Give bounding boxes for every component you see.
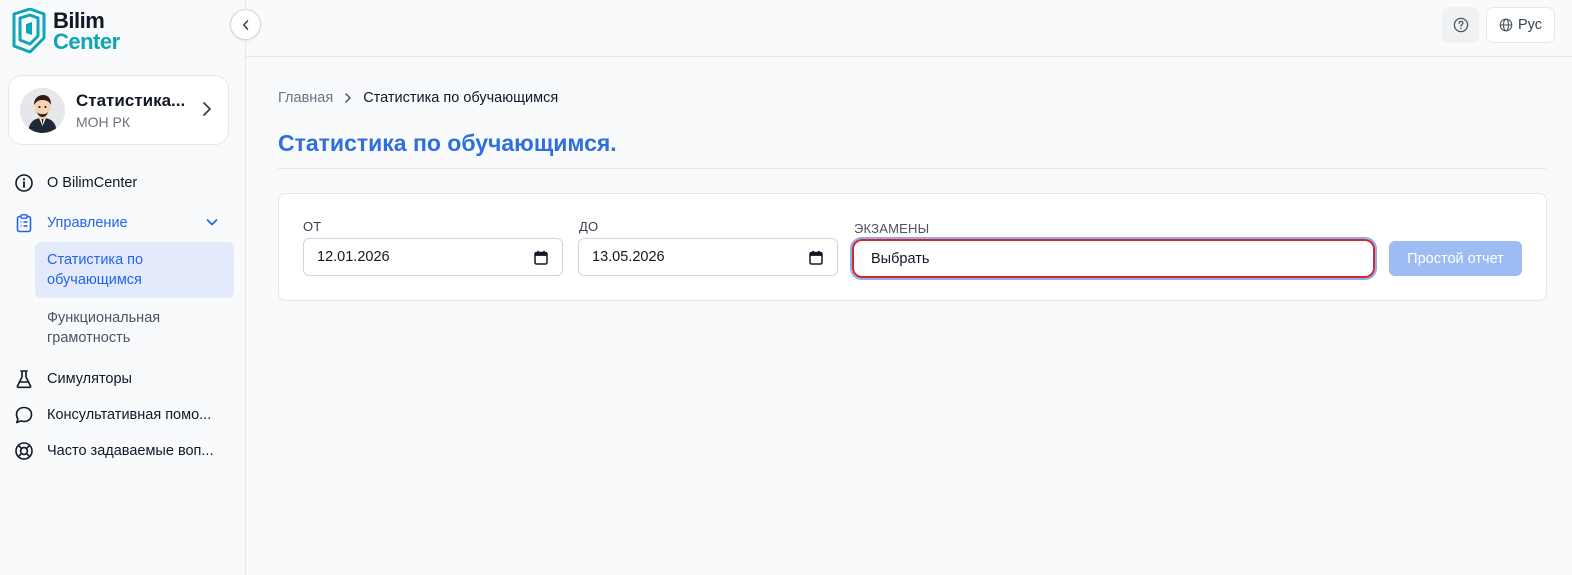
sidebar-item-label: Управление (47, 215, 128, 231)
globe-icon (1499, 18, 1513, 32)
calendar-icon[interactable] (534, 250, 548, 265)
exams-select[interactable]: Выбрать (850, 237, 1377, 280)
sidebar-item-label: О BilimCenter (47, 175, 138, 191)
chevron-left-icon (242, 19, 248, 30)
breadcrumb-current: Статистика по обучающимся (363, 90, 559, 106)
sidebar-subitem-student-stats[interactable]: Статистика по обучающимся (35, 242, 234, 298)
sidebar-item-label: Часто задаваемые воп... (47, 443, 214, 459)
from-date-value: 12.01.2026 (317, 249, 390, 265)
exams-label: Экзамены (854, 221, 930, 236)
brand-name-line2: Center (53, 29, 120, 54)
sidebar-subitem-label: Статистика по обучающимся (47, 252, 144, 288)
flask-icon (14, 369, 34, 389)
sidebar-item-about[interactable]: О BilimCenter (14, 171, 137, 195)
sidebar-subitem-functional-literacy[interactable]: Функциональная грамотность (35, 300, 234, 356)
to-date-value: 13.05.2026 (592, 249, 665, 265)
divider (278, 168, 1546, 169)
info-icon (14, 173, 34, 193)
chevron-down-icon[interactable] (205, 215, 219, 229)
exams-select-value: Выбрать (871, 250, 930, 267)
simple-report-button[interactable]: Простой отчет (1389, 241, 1522, 276)
chevron-right-icon (344, 92, 352, 104)
profile-card[interactable]: Статистика... МОН РК (8, 75, 229, 145)
to-date-label: До (579, 219, 599, 234)
help-button[interactable] (1442, 7, 1479, 43)
sidebar-item-management[interactable]: Управление (14, 211, 128, 235)
sidebar-item-consultation[interactable]: Консультативная помо... (14, 403, 211, 427)
sidebar-item-label: Консультативная помо... (47, 407, 212, 423)
sidebar: Bilim Center Статистика... МОН РК О Bili… (0, 0, 246, 575)
brand-logo[interactable]: Bilim Center (10, 8, 120, 54)
calendar-icon[interactable] (809, 250, 823, 265)
brand-name-line1: Bilim (53, 8, 105, 33)
to-date-input[interactable]: 13.05.2026 (578, 238, 838, 276)
sidebar-item-label: Симуляторы (47, 371, 132, 387)
page-title: Статистика по обучающимся. (278, 130, 617, 156)
sidebar-item-simulators[interactable]: Симуляторы (14, 367, 132, 391)
user-avatar-icon (20, 88, 65, 133)
sidebar-item-faq[interactable]: Часто задаваемые воп... (14, 439, 213, 463)
avatar (20, 88, 65, 133)
chat-bubble-icon (14, 405, 34, 425)
from-date-label: От (303, 219, 322, 234)
profile-name: Статистика... (76, 91, 186, 110)
from-date-input[interactable]: 12.01.2026 (303, 238, 563, 276)
top-bar (246, 0, 1572, 57)
clipboard-icon (14, 213, 34, 233)
chevron-right-icon (203, 102, 211, 116)
breadcrumb: Главная Статистика по обучающимся (278, 90, 558, 106)
question-circle-icon (1453, 17, 1468, 33)
profile-org: МОН РК (76, 114, 131, 130)
language-switcher[interactable]: Рус (1486, 7, 1555, 43)
breadcrumb-home-link[interactable]: Главная (278, 90, 333, 106)
collapse-sidebar-button[interactable] (230, 9, 261, 40)
sidebar-subitem-label: Функциональная грамотность (47, 310, 161, 346)
bilimcenter-logo-icon (12, 8, 46, 54)
lifebuoy-icon (14, 441, 34, 461)
language-label: Рус (1517, 17, 1542, 33)
